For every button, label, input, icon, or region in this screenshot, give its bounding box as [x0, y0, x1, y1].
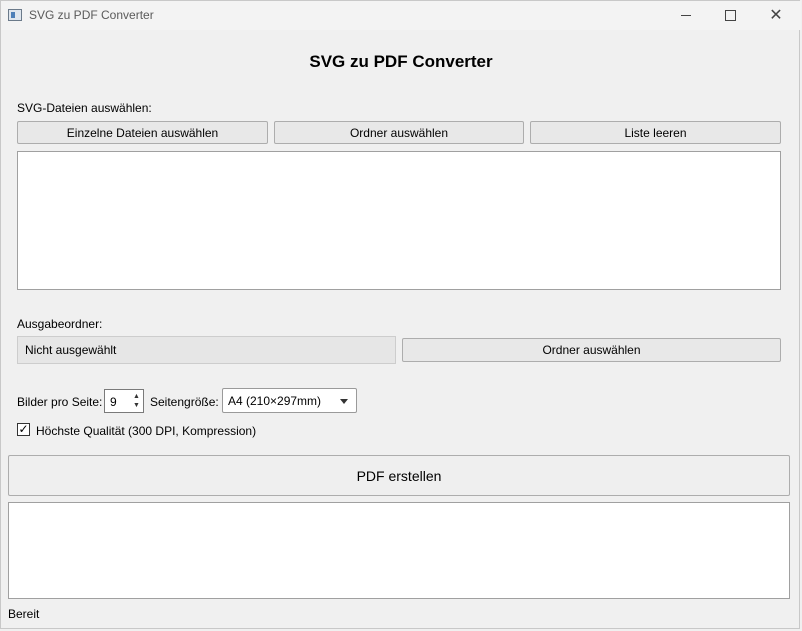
output-folder-button[interactable]: Ordner auswählen: [402, 338, 781, 362]
quality-label: Höchste Qualität (300 DPI, Kompression): [36, 424, 257, 438]
chevron-down-icon: [340, 399, 348, 404]
per-page-spinbox[interactable]: 9 ▲ ▼: [104, 389, 144, 413]
title-bar: SVG zu PDF Converter ✕: [1, 1, 801, 30]
files-label: SVG-Dateien auswählen:: [17, 101, 152, 115]
quality-checkbox[interactable]: ✓: [17, 423, 30, 436]
create-pdf-button[interactable]: PDF erstellen: [8, 455, 790, 496]
close-icon: ✕: [769, 6, 783, 24]
page-title: SVG zu PDF Converter: [309, 52, 493, 71]
output-folder-field: Nicht ausgewählt: [17, 336, 396, 364]
window-title: SVG zu PDF Converter: [29, 8, 154, 22]
output-folder-label: Ausgabeordner:: [17, 317, 103, 331]
select-files-button[interactable]: Einzelne Dateien auswählen: [17, 121, 268, 144]
maximize-icon: [724, 10, 736, 21]
minimize-icon: [681, 15, 691, 16]
output-folder-value: Nicht ausgewählt: [25, 343, 117, 357]
spin-arrows[interactable]: ▲ ▼: [130, 390, 143, 412]
page-size-select[interactable]: A4 (210×297mm): [222, 388, 357, 413]
minimize-button[interactable]: [663, 1, 709, 30]
page-size-value: A4 (210×297mm): [228, 394, 322, 408]
status-text: Bereit: [8, 607, 40, 621]
select-folder-button[interactable]: Ordner auswählen: [274, 121, 524, 144]
page-size-label: Seitengröße:: [150, 395, 219, 409]
log-output[interactable]: [8, 502, 790, 599]
maximize-button[interactable]: [707, 1, 753, 30]
per-page-value: 9: [110, 395, 117, 409]
spin-up-icon[interactable]: ▲: [133, 392, 140, 401]
checkmark-icon: ✓: [18, 422, 29, 436]
app-icon: [8, 9, 22, 21]
app-window: SVG zu PDF Converter ✕ SVG zu PDF Conver…: [0, 0, 801, 629]
spin-down-icon[interactable]: ▼: [133, 401, 140, 410]
close-button[interactable]: ✕: [753, 1, 799, 30]
per-page-label: Bilder pro Seite:: [17, 395, 103, 409]
clear-list-button[interactable]: Liste leeren: [530, 121, 781, 144]
file-list[interactable]: [17, 151, 781, 290]
